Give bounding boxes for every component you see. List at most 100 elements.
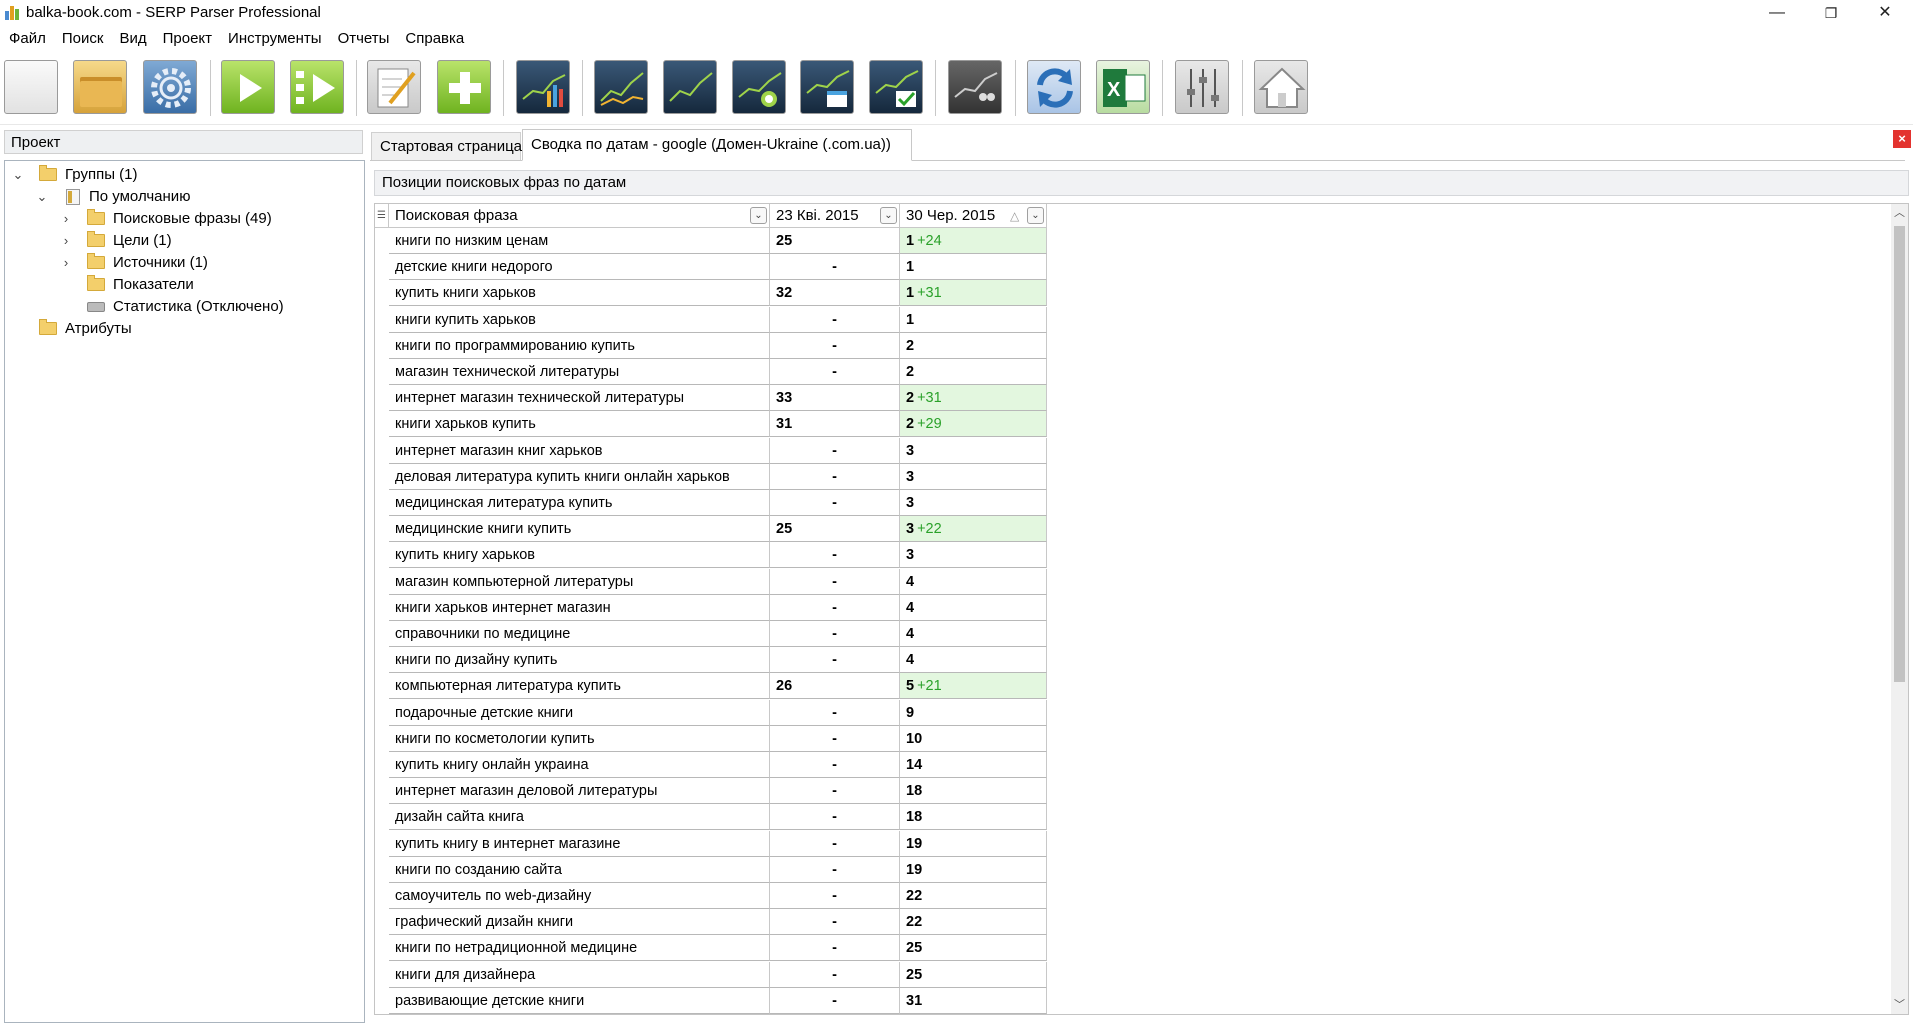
table-row[interactable]: медицинские книги купить 25 3 +22 bbox=[375, 516, 1047, 543]
position-date2-cell: 31 bbox=[900, 987, 1047, 1014]
column-header-date2[interactable]: 30 Чер. 2015 △ ⌄ bbox=[900, 204, 1047, 228]
phrase-cell: детские книги недорого bbox=[389, 254, 770, 281]
scroll-up-icon[interactable]: ︿ bbox=[1891, 204, 1908, 222]
column-header-label: 23 Кві. 2015 bbox=[776, 207, 859, 224]
vertical-scrollbar[interactable]: ︿ ﹀ bbox=[1891, 204, 1908, 1014]
play-checklist-icon[interactable] bbox=[290, 60, 344, 114]
table-row[interactable]: купить книгу в интернет магазине -19 bbox=[375, 830, 1047, 857]
table-row[interactable]: купить книгу онлайн украина -14 bbox=[375, 752, 1047, 778]
column-chooser-icon[interactable]: ☰ bbox=[375, 204, 389, 228]
menu-reports[interactable]: Отчеты bbox=[330, 27, 398, 47]
table-row[interactable]: книги по созданию сайта -19 bbox=[375, 856, 1047, 883]
close-tab-icon[interactable]: × bbox=[1893, 130, 1911, 148]
open-folder-icon[interactable] bbox=[73, 60, 127, 114]
tree-item-statistics[interactable]: Статистика (Отключено) bbox=[11, 296, 331, 318]
position-value: 1 bbox=[906, 233, 915, 249]
table-row[interactable]: интернет магазин технической литературы 3… bbox=[375, 385, 1047, 412]
table-row[interactable]: развивающие детские книги -31 bbox=[375, 987, 1047, 1014]
scroll-down-icon[interactable]: ﹀ bbox=[1891, 996, 1908, 1014]
home-icon[interactable] bbox=[1254, 60, 1308, 114]
table-row[interactable]: интернет магазин книг харьков -3 bbox=[375, 437, 1047, 464]
position-date2-cell: 9 bbox=[900, 699, 1047, 726]
scrollbar-thumb[interactable] bbox=[1894, 226, 1905, 682]
table-row[interactable]: графический дизайн книги -22 bbox=[375, 909, 1047, 936]
table-row[interactable]: самоучитель по web-дизайну -22 bbox=[375, 883, 1047, 909]
table-row[interactable]: книги по программированию купить -2 bbox=[375, 332, 1047, 359]
position-value: 2 bbox=[906, 337, 915, 354]
table-row[interactable]: магазин компьютерной литературы -4 bbox=[375, 568, 1047, 595]
tree-item-attributes[interactable]: Атрибуты bbox=[11, 318, 311, 340]
chevron-down-icon[interactable]: ⌄ bbox=[750, 207, 767, 224]
table-row[interactable]: магазин технической литературы -2 bbox=[375, 359, 1047, 385]
menu-help[interactable]: Справка bbox=[397, 27, 472, 47]
chart-check-icon[interactable] bbox=[869, 60, 923, 114]
menu-file[interactable]: Файл bbox=[0, 27, 54, 47]
excel-export-icon[interactable]: X bbox=[1096, 60, 1150, 114]
table-row[interactable]: медицинская литература купить -3 bbox=[375, 490, 1047, 516]
menu-tools[interactable]: Инструменты bbox=[220, 27, 330, 47]
chevron-right-icon[interactable]: › bbox=[59, 230, 73, 252]
maximize-button[interactable]: ❐ bbox=[1803, 0, 1859, 26]
table-row[interactable]: книги купить харьков -1 bbox=[375, 306, 1047, 333]
menu-search[interactable]: Поиск bbox=[54, 27, 112, 47]
position-value: 1 bbox=[906, 285, 915, 302]
folder-icon bbox=[39, 319, 57, 335]
menu-view[interactable]: Вид bbox=[111, 27, 154, 47]
table-row[interactable]: деловая литература купить книги онлайн х… bbox=[375, 463, 1047, 490]
tree-item-groups[interactable]: ⌄ Группы (1) bbox=[11, 164, 311, 186]
chart-target-icon[interactable] bbox=[732, 60, 786, 114]
chart-users-icon[interactable] bbox=[948, 60, 1002, 114]
position-date1-cell: 31 bbox=[770, 411, 900, 438]
table-row[interactable]: книги для дизайнера -25 bbox=[375, 961, 1047, 988]
tab-start-page[interactable]: Стартовая страница bbox=[371, 132, 522, 160]
sliders-icon[interactable] bbox=[1175, 60, 1229, 114]
chevron-right-icon[interactable]: › bbox=[59, 252, 73, 274]
column-header-date1[interactable]: 23 Кві. 2015 ⌄ bbox=[770, 204, 900, 228]
position-value: 4 bbox=[906, 626, 915, 642]
close-window-button[interactable]: ✕ bbox=[1857, 0, 1913, 26]
minimize-button[interactable]: — bbox=[1749, 0, 1805, 26]
table-row[interactable]: компьютерная литература купить 26 5 +21 bbox=[375, 673, 1047, 700]
tree-item-sources[interactable]: › Источники (1) bbox=[11, 252, 311, 274]
tree-item-search-phrases[interactable]: › Поисковые фразы (49) bbox=[11, 208, 311, 230]
chevron-down-icon[interactable]: ⌄ bbox=[880, 207, 897, 224]
phrase-cell: книги по дизайну купить bbox=[389, 647, 770, 674]
table-row[interactable]: купить книги харьков 32 1 +31 bbox=[375, 280, 1047, 307]
chart-bars-icon[interactable] bbox=[516, 60, 570, 114]
table-row[interactable]: книги по дизайну купить -4 bbox=[375, 647, 1047, 674]
chart-line-icon[interactable] bbox=[594, 60, 648, 114]
table-row[interactable]: подарочные детские книги -9 bbox=[375, 699, 1047, 726]
settings-gear-icon[interactable] bbox=[143, 60, 197, 114]
table-row[interactable]: детские книги недорого -1 bbox=[375, 254, 1047, 281]
chevron-down-icon[interactable]: ⌄ bbox=[35, 186, 49, 208]
add-plus-icon[interactable] bbox=[437, 60, 491, 114]
chevron-down-icon[interactable]: ⌄ bbox=[1027, 207, 1044, 224]
table-row[interactable]: книги харьков интернет магазин -4 bbox=[375, 594, 1047, 621]
play-icon[interactable] bbox=[221, 60, 275, 114]
tree-item-default[interactable]: ⌄ По умолчанию bbox=[11, 186, 311, 208]
table-row[interactable]: книги по низким ценам 25 1 +24 bbox=[375, 228, 1047, 254]
menu-project[interactable]: Проект bbox=[155, 27, 220, 47]
position-date1-cell: - bbox=[770, 935, 900, 962]
tree-item-goals[interactable]: › Цели (1) bbox=[11, 230, 311, 252]
table-row[interactable]: книги по нетрадиционной медицине -25 bbox=[375, 935, 1047, 962]
table-row[interactable]: интернет магазин деловой литературы -18 bbox=[375, 778, 1047, 805]
chevron-down-icon[interactable]: ⌄ bbox=[11, 164, 25, 186]
table-row[interactable]: купить книгу харьков -3 bbox=[375, 542, 1047, 569]
edit-notepad-icon[interactable] bbox=[367, 60, 421, 114]
table-row[interactable]: справочники по медицине -4 bbox=[375, 621, 1047, 647]
chart-calendar-icon[interactable] bbox=[800, 60, 854, 114]
chart-growth-icon[interactable] bbox=[663, 60, 717, 114]
position-date1-cell: - bbox=[770, 961, 900, 988]
chevron-right-icon[interactable]: › bbox=[59, 208, 73, 230]
position-date2-cell: 2 +31 bbox=[900, 385, 1047, 412]
table-row[interactable]: книги по косметологии купить -10 bbox=[375, 725, 1047, 752]
column-header-phrase[interactable]: Поисковая фраза ⌄ bbox=[389, 204, 770, 228]
new-project-icon[interactable] bbox=[4, 60, 58, 114]
tab-date-summary[interactable]: Сводка по датам - google (Домен-Ukraine … bbox=[522, 129, 912, 161]
table-row[interactable]: книги харьков купить 31 2 +29 bbox=[375, 411, 1047, 438]
tree-item-indicators[interactable]: Показатели bbox=[11, 274, 311, 296]
table-row[interactable]: дизайн сайта книга -18 bbox=[375, 804, 1047, 831]
position-value: 18 bbox=[906, 809, 923, 826]
refresh-icon[interactable] bbox=[1027, 60, 1081, 114]
